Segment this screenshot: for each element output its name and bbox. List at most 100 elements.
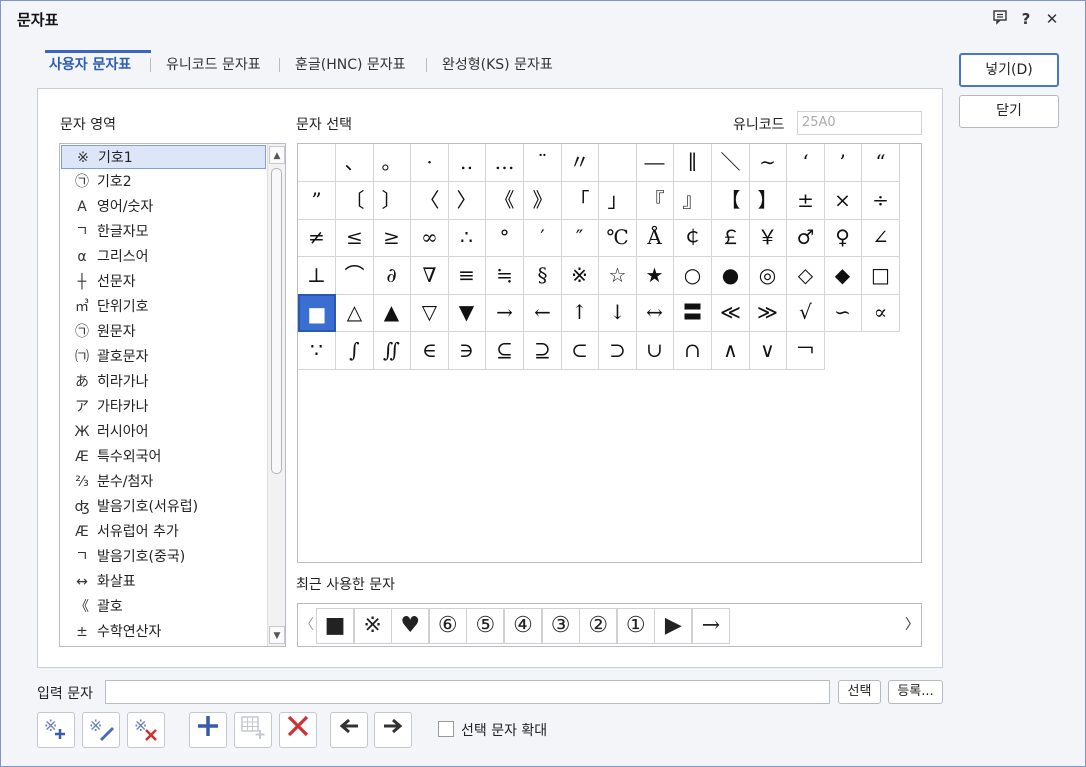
symbol-cell[interactable]: ￥ bbox=[749, 219, 787, 257]
area-list-item[interactable]: ⅔ 분수/첨자 bbox=[61, 470, 266, 494]
symbol-cell[interactable]: ⊇ bbox=[524, 332, 562, 370]
register-button[interactable]: 등록... bbox=[888, 680, 943, 704]
recent-next-icon[interactable]: 〉 bbox=[903, 604, 921, 646]
area-list-item[interactable]: ※ 기호1 bbox=[61, 145, 266, 169]
symbol-cell[interactable]: ≥ bbox=[373, 219, 411, 257]
input-chars-field[interactable] bbox=[105, 680, 830, 704]
tab-user-chars[interactable]: 사용자 문자표 bbox=[49, 54, 131, 74]
symbol-cell[interactable]: 。 bbox=[373, 144, 411, 182]
symbol-cell[interactable]: ≠ bbox=[298, 219, 336, 257]
symbol-cell[interactable]: ★ bbox=[636, 257, 674, 295]
area-list-item[interactable]: Æ 특수외국어 bbox=[61, 445, 266, 469]
symbol-cell[interactable]: ■ bbox=[298, 294, 336, 332]
symbol-cell[interactable]: 《 bbox=[486, 182, 524, 220]
symbol-cell[interactable]: ☆ bbox=[599, 257, 637, 295]
area-list-item[interactable]: ± 수학연산자 bbox=[61, 620, 266, 644]
symbol-cell[interactable]: ∞ bbox=[411, 219, 449, 257]
symbol-cell[interactable]: ’ bbox=[824, 144, 862, 182]
symbol-cell[interactable]: ∂ bbox=[373, 257, 411, 295]
symbol-cell[interactable]: 〔 bbox=[336, 182, 374, 220]
tab-ks-chars[interactable]: 완성형(KS) 문자표 bbox=[442, 54, 553, 74]
symbol-cell[interactable]: ∝ bbox=[862, 294, 900, 332]
area-list-item[interactable]: ㉠ 원문자 bbox=[61, 320, 266, 344]
symbol-cell[interactable]: ′ bbox=[524, 219, 562, 257]
symbol-cell[interactable]: ※ bbox=[561, 257, 599, 295]
area-list[interactable]: ± 수학연산자 《 괄호 ↔ 화살표 ㄱ 발음기호(중국) Æ 서유럽어 추가 ʤ 발음기호(서유럽)… bbox=[59, 143, 286, 647]
symbol-cell[interactable]: 》 bbox=[524, 182, 562, 220]
symbol-cell[interactable]: § bbox=[524, 257, 562, 295]
symbol-cell[interactable]: 、 bbox=[336, 144, 374, 182]
symbol-cell[interactable]: △ bbox=[336, 294, 374, 332]
symbol-cell[interactable]: ≡ bbox=[448, 257, 486, 295]
symbol-cell[interactable]: ⌒ bbox=[336, 257, 374, 295]
symbol-cell[interactable]: ∵ bbox=[298, 332, 336, 370]
symbol-cell[interactable]: ∥ bbox=[674, 144, 712, 182]
symbol-cell[interactable]: 」 bbox=[599, 182, 637, 220]
symbol-cell[interactable]: ￢ bbox=[787, 332, 825, 370]
area-list-item[interactable]: ↔ 화살표 bbox=[61, 570, 266, 594]
area-list-item[interactable]: α 그리스어 bbox=[61, 245, 266, 269]
area-list-scrollbar[interactable]: ▲ ▼ bbox=[267, 144, 285, 646]
symbol-cell[interactable]: ↓ bbox=[599, 294, 637, 332]
symbol-cell[interactable]: ▽ bbox=[411, 294, 449, 332]
symbol-cell[interactable]: ⊂ bbox=[561, 332, 599, 370]
recent-char-cell[interactable]: ⑥ bbox=[428, 608, 467, 644]
symbol-cell[interactable]: ∪ bbox=[636, 332, 674, 370]
recent-char-cell[interactable]: ■ bbox=[316, 608, 354, 644]
area-list-item[interactable]: ┼ 선문자 bbox=[61, 270, 266, 294]
symbol-cell[interactable]: ∧ bbox=[712, 332, 750, 370]
symbol-cell[interactable]: ” bbox=[298, 182, 336, 220]
recent-char-cell[interactable]: ▶ bbox=[654, 608, 693, 644]
symbol-cell[interactable]: ° bbox=[486, 219, 524, 257]
symbol-cell[interactable]: ≪ bbox=[712, 294, 750, 332]
enlarge-checkbox[interactable] bbox=[438, 721, 454, 737]
area-list-item[interactable]: Ж 러시아어 bbox=[61, 420, 266, 444]
symbol-cell[interactable]: ▼ bbox=[448, 294, 486, 332]
symbol-cell[interactable]: ÷ bbox=[862, 182, 900, 220]
symbol-cell[interactable]: ≤ bbox=[336, 219, 374, 257]
symbol-cell[interactable]: ­ bbox=[599, 144, 637, 182]
add-custom-char-button[interactable]: ※ bbox=[37, 712, 75, 748]
move-left-button[interactable] bbox=[330, 712, 368, 748]
symbol-cell[interactable]: ∴ bbox=[448, 219, 486, 257]
area-list-item[interactable]: 《 괄호 bbox=[61, 595, 266, 619]
insert-button[interactable]: 넣기(D) bbox=[959, 53, 1059, 87]
recent-char-cell[interactable]: ⑤ bbox=[466, 608, 505, 644]
symbol-cell[interactable]: ¨ bbox=[524, 144, 562, 182]
recent-prev-icon[interactable]: 〈 bbox=[298, 604, 316, 646]
symbol-cell[interactable]: ∫ bbox=[336, 332, 374, 370]
symbol-cell[interactable]: ″ bbox=[561, 219, 599, 257]
recent-char-cell[interactable]: ② bbox=[579, 608, 618, 644]
area-list-item[interactable]: ㄱ 한글자모 bbox=[61, 220, 266, 244]
symbol-cell[interactable]: ◎ bbox=[749, 257, 787, 295]
symbol-cell[interactable]: 〃 bbox=[561, 144, 599, 182]
symbol-cell[interactable]: ♂ bbox=[787, 219, 825, 257]
symbol-cell[interactable]: ◇ bbox=[787, 257, 825, 295]
close-icon[interactable]: ✕ bbox=[1042, 9, 1062, 29]
area-list-item[interactable]: ʤ 발음기호(서유럽) bbox=[61, 495, 266, 519]
symbol-cell[interactable]: ∈ bbox=[411, 332, 449, 370]
symbol-cell[interactable]: ∽ bbox=[824, 294, 862, 332]
symbol-cell[interactable]: 〓 bbox=[674, 294, 712, 332]
help-icon[interactable]: ? bbox=[1016, 9, 1036, 29]
symbol-cell[interactable]: ♀ bbox=[824, 219, 862, 257]
symbol-cell[interactable]: ‥ bbox=[448, 144, 486, 182]
area-list-item[interactable]: ア 가타카나 bbox=[61, 395, 266, 419]
symbol-cell[interactable]: ― bbox=[636, 144, 674, 182]
select-button[interactable]: 선택 bbox=[838, 680, 881, 704]
symbol-cell[interactable]: “ bbox=[862, 144, 900, 182]
add-button[interactable] bbox=[189, 712, 227, 748]
recent-char-cell[interactable]: ♥ bbox=[391, 608, 430, 644]
recent-char-cell[interactable]: ④ bbox=[504, 608, 542, 644]
scroll-down-icon[interactable]: ▼ bbox=[269, 626, 285, 644]
symbol-cell[interactable]: … bbox=[486, 144, 524, 182]
symbol-cell[interactable]: ＼ bbox=[712, 144, 750, 182]
symbol-cell[interactable]: ○ bbox=[674, 257, 712, 295]
symbol-cell[interactable]: 『 bbox=[636, 182, 674, 220]
symbol-cell[interactable]: ▲ bbox=[373, 294, 411, 332]
delete-custom-char-button[interactable]: ※ bbox=[127, 712, 165, 748]
symbol-cell[interactable]: × bbox=[824, 182, 862, 220]
recent-char-cell[interactable]: ③ bbox=[541, 608, 580, 644]
symbol-cell[interactable]: √ bbox=[787, 294, 825, 332]
area-list-item[interactable]: ㎥ 단위기호 bbox=[61, 295, 266, 319]
